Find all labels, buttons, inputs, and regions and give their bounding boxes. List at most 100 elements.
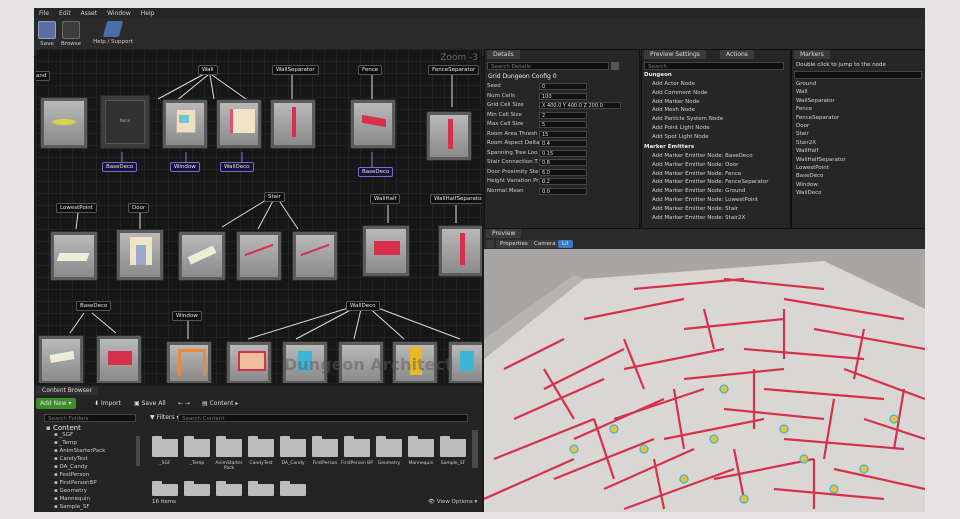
mesh-node-wall[interactable] bbox=[216, 99, 262, 149]
lit-button[interactable]: Lit bbox=[558, 240, 573, 248]
marker-item[interactable]: Ground bbox=[796, 81, 816, 87]
folder-icon[interactable] bbox=[248, 436, 274, 457]
actions-search-input[interactable]: Search bbox=[644, 62, 784, 70]
add-new-button[interactable]: Add New ▾ bbox=[36, 398, 76, 409]
tab-content-browser[interactable]: Content Browser bbox=[36, 386, 99, 395]
history-arrows[interactable]: ← → bbox=[174, 398, 194, 409]
node-label-land[interactable]: and bbox=[36, 71, 51, 81]
property-value-field[interactable]: 5 bbox=[539, 121, 587, 128]
folder-tree-item[interactable]: ▪ DA_Candy bbox=[54, 464, 88, 470]
action-item[interactable]: Add Particle System Node bbox=[652, 116, 723, 122]
folder-icon[interactable] bbox=[408, 436, 434, 457]
marker-item[interactable]: FenceSeparator bbox=[796, 115, 839, 121]
mesh-node-wallseparator[interactable] bbox=[270, 99, 316, 149]
folder-icon[interactable] bbox=[184, 436, 210, 457]
mesh-node-door[interactable] bbox=[116, 229, 164, 281]
property-value-field[interactable]: 15 bbox=[539, 130, 587, 138]
folder-label[interactable]: Sample_SF bbox=[436, 461, 470, 466]
folder-tree-item[interactable]: ▪ AnimStarterPack bbox=[54, 448, 105, 454]
folder-label[interactable]: _SGF bbox=[148, 461, 182, 466]
marker-item[interactable]: WallSeparator bbox=[796, 98, 835, 104]
node-label-wallhalf[interactable]: WallHalf bbox=[370, 194, 401, 204]
marker-item[interactable]: Stair2X bbox=[796, 140, 816, 146]
property-value-field[interactable]: 2 bbox=[539, 111, 587, 119]
mesh-node-ground[interactable] bbox=[40, 97, 88, 149]
group-marker-emitters[interactable]: Marker Emitters bbox=[644, 144, 694, 150]
property-value-field[interactable]: 0.4 bbox=[539, 140, 587, 147]
marker-item[interactable]: LowestPoint bbox=[796, 165, 829, 171]
folder-tree-item[interactable]: ▪ _Temp bbox=[54, 440, 77, 446]
details-search-input[interactable]: Search Details bbox=[487, 62, 609, 70]
action-item[interactable]: Add Marker Emitter Node: Stair bbox=[652, 206, 738, 212]
folder-label[interactable]: DA_Candy bbox=[276, 461, 310, 466]
folder-icon[interactable] bbox=[216, 481, 242, 496]
folder-icon[interactable] bbox=[248, 481, 274, 496]
save-button[interactable]: Save bbox=[38, 21, 56, 47]
folder-label[interactable]: CandyTest bbox=[244, 461, 278, 466]
node-label-stair[interactable]: Stair bbox=[264, 192, 285, 202]
action-item[interactable]: Add Marker Emitter Node: Door bbox=[652, 162, 738, 168]
viewport-options-button[interactable] bbox=[486, 240, 494, 248]
mesh-node-basedeco-b[interactable] bbox=[96, 335, 142, 383]
mesh-node-fence[interactable] bbox=[350, 99, 396, 149]
node-label-wallseparator[interactable]: WallSeparator bbox=[272, 65, 319, 75]
marker-item[interactable]: Fence bbox=[796, 106, 812, 112]
marker-item[interactable]: Window bbox=[796, 182, 818, 188]
save-all-button[interactable]: ▣ Save All bbox=[130, 398, 170, 409]
menu-help[interactable]: Help bbox=[136, 10, 160, 17]
action-item[interactable]: Add Marker Emitter Node: LowestPoint bbox=[652, 197, 758, 203]
action-item[interactable]: Add Spot Light Node bbox=[652, 134, 708, 140]
marker-item[interactable]: Stair bbox=[796, 131, 809, 137]
folder-tree-item[interactable]: ▪ CandyTest bbox=[54, 456, 88, 462]
mesh-node-stair2x[interactable] bbox=[292, 231, 338, 281]
folder-icon[interactable] bbox=[344, 436, 370, 457]
folder-tree-item[interactable]: ▪ Mannequin bbox=[54, 496, 90, 502]
path-breadcrumb[interactable]: ▤ Content ▸ bbox=[198, 398, 242, 409]
marker-emitter-basedeco[interactable]: BaseDeco bbox=[102, 162, 138, 172]
mesh-node-stair-fence[interactable] bbox=[236, 231, 282, 281]
action-item[interactable]: Add Marker Emitter Node: Ground bbox=[652, 188, 745, 194]
menu-file[interactable]: File bbox=[34, 10, 54, 17]
marker-item[interactable]: Wall bbox=[796, 89, 808, 95]
mesh-node-none[interactable]: None bbox=[100, 95, 150, 149]
tab-markers[interactable]: Markers bbox=[794, 50, 830, 59]
folder-icon[interactable] bbox=[152, 481, 178, 496]
tab-preview-settings[interactable]: Preview Settings bbox=[644, 50, 706, 59]
tab-actions[interactable]: Actions bbox=[720, 50, 754, 59]
folder-label[interactable]: FirstPerson bbox=[308, 461, 342, 466]
mesh-node-basedeco-a[interactable] bbox=[38, 335, 84, 383]
node-label-fenceseparator[interactable]: FenceSeparator bbox=[428, 65, 480, 75]
action-item[interactable]: Add Marker Node bbox=[652, 99, 700, 105]
mesh-node-stair[interactable] bbox=[178, 231, 226, 281]
folder-icon[interactable] bbox=[376, 436, 402, 457]
node-label-wall[interactable]: Wall bbox=[198, 65, 218, 75]
help-button[interactable]: Help / Support bbox=[92, 21, 134, 45]
marker-item[interactable]: WallHalfSeparator bbox=[796, 157, 846, 163]
property-value-field[interactable]: 0 bbox=[539, 83, 587, 90]
property-value-field[interactable]: 0.8 bbox=[539, 159, 587, 166]
view-options-button[interactable]: 👁 View Options ▾ bbox=[428, 499, 477, 505]
marker-item[interactable]: Door bbox=[796, 123, 809, 129]
marker-emitter-basedeco-2[interactable]: BaseDeco bbox=[358, 167, 394, 177]
action-item[interactable]: Add Marker Emitter Node: Stair2X bbox=[652, 215, 745, 221]
property-value-field[interactable]: X 400.0 Y 400.0 Z 200.0 bbox=[539, 102, 621, 109]
marker-emitter-window[interactable]: Window bbox=[170, 162, 200, 172]
mesh-node-lowestpoint[interactable] bbox=[50, 231, 98, 281]
action-item[interactable]: Add Marker Emitter Node: BaseDeco bbox=[652, 153, 753, 159]
camera-button[interactable]: Camera bbox=[530, 240, 560, 248]
mesh-node-fenceseparator[interactable] bbox=[426, 111, 472, 161]
mesh-node-wall-window[interactable] bbox=[162, 99, 208, 149]
folder-label[interactable]: AnimStarter Pack bbox=[212, 461, 246, 471]
folder-icon[interactable] bbox=[440, 436, 466, 457]
node-label-walldeco[interactable]: WallDeco bbox=[346, 301, 380, 311]
mesh-node-wallhalf[interactable] bbox=[362, 225, 410, 277]
property-value-field[interactable]: 0.0 bbox=[539, 187, 587, 195]
mesh-node-window[interactable] bbox=[166, 341, 212, 383]
folder-label[interactable]: FirstPerson BP bbox=[340, 461, 374, 466]
folder-label[interactable]: Mannequin bbox=[404, 461, 438, 466]
search-content-input[interactable]: Search Content bbox=[178, 414, 468, 422]
node-label-window[interactable]: Window bbox=[172, 311, 202, 321]
folder-label[interactable]: Geometry bbox=[372, 461, 406, 466]
property-value-field[interactable]: 6.0 bbox=[539, 168, 587, 176]
folder-tree-item[interactable]: ▪ FestPerson bbox=[54, 472, 89, 478]
